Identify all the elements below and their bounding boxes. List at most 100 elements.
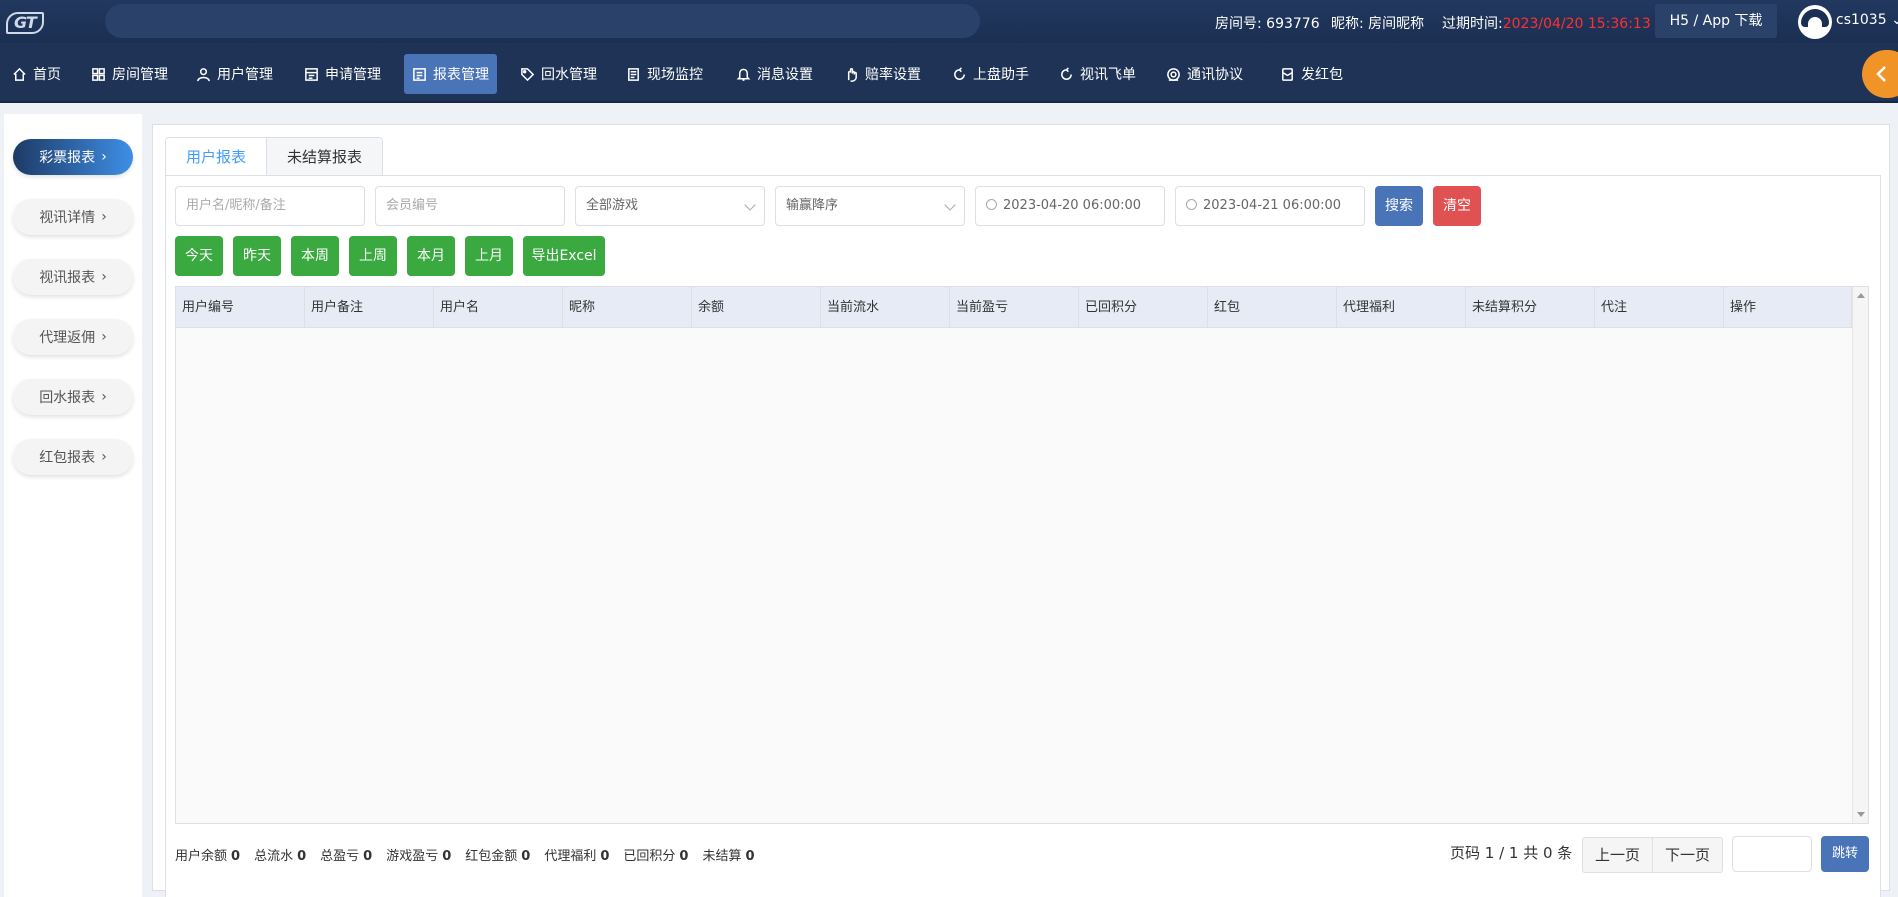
protocol-icon xyxy=(1167,67,1180,81)
column-header[interactable]: 当前盈亏 xyxy=(950,287,1079,328)
nav-item-label: 视讯飞单 xyxy=(1080,67,1136,83)
chevron-right-icon: › xyxy=(101,209,107,225)
summary-label: 已回积分 xyxy=(623,849,676,864)
start-date-input[interactable]: 2023-04-20 06:00:00 xyxy=(975,186,1165,226)
column-header[interactable]: 余额 xyxy=(692,287,821,328)
nav-item-8[interactable]: 赔率设置 xyxy=(836,54,929,94)
nav-item-3[interactable]: 申请管理 xyxy=(296,54,389,94)
report-icon xyxy=(413,67,426,81)
search-button[interactable]: 搜索 xyxy=(1375,186,1423,226)
chevron-down-icon xyxy=(744,199,756,211)
start-date-value: 2023-04-20 06:00:00 xyxy=(1003,198,1142,213)
summary-item: 红包金额 0 xyxy=(465,845,530,864)
column-header[interactable]: 已回积分 xyxy=(1079,287,1208,328)
summary-value: 0 xyxy=(363,849,373,864)
nav-item-10[interactable]: 视讯飞单 xyxy=(1051,54,1144,94)
column-header[interactable]: 未结算积分 xyxy=(1466,287,1595,328)
redpacket-icon xyxy=(1282,67,1293,81)
nav-item-label: 回水管理 xyxy=(541,67,597,83)
tag-icon xyxy=(521,67,535,81)
chevron-right-icon: › xyxy=(101,269,107,285)
column-header[interactable]: 用户名 xyxy=(434,287,563,328)
nav-item-label: 上盘助手 xyxy=(973,67,1029,83)
column-header[interactable]: 用户备注 xyxy=(305,287,434,328)
quick-button-0[interactable]: 今天 xyxy=(175,236,223,276)
column-header[interactable]: 代注 xyxy=(1595,287,1724,328)
summary-value: 0 xyxy=(679,849,689,864)
nav-item-9[interactable]: 上盘助手 xyxy=(944,54,1037,94)
end-date-input[interactable]: 2023-04-21 06:00:00 xyxy=(1175,186,1365,226)
tab-user-report[interactable]: 用户报表 xyxy=(166,138,268,175)
nav-item-1[interactable]: 房间管理 xyxy=(83,54,176,94)
chevron-right-icon: › xyxy=(101,329,107,345)
summary-value: 0 xyxy=(600,849,610,864)
column-header[interactable]: 用户编号 xyxy=(176,287,305,328)
nav-item-11[interactable]: 通讯协议 xyxy=(1158,54,1251,94)
clear-button[interactable]: 清空 xyxy=(1433,186,1481,226)
sidebar-item-2[interactable]: 视讯报表 › xyxy=(13,259,133,295)
page-jump-button[interactable]: 跳转 xyxy=(1821,836,1869,872)
next-page-button[interactable]: 下一页 xyxy=(1652,838,1722,872)
sidebar-item-0[interactable]: 彩票报表 › xyxy=(13,139,133,175)
user-icon xyxy=(197,67,210,81)
nav-item-12[interactable]: 发红包 xyxy=(1272,54,1351,94)
prev-page-button[interactable]: 上一页 xyxy=(1583,838,1652,872)
quick-button-3[interactable]: 上周 xyxy=(349,236,397,276)
column-header[interactable]: 昵称 xyxy=(563,287,692,328)
sort-select[interactable]: 输赢降序 xyxy=(775,186,965,226)
scroll-down-icon[interactable] xyxy=(1857,812,1865,817)
quick-button-4[interactable]: 本月 xyxy=(407,236,455,276)
chevron-right-icon: › xyxy=(101,149,107,165)
nav-item-label: 消息设置 xyxy=(757,67,813,83)
home-icon xyxy=(13,67,26,81)
member-number-input[interactable]: 会员编号 xyxy=(375,186,565,226)
sidebar-item-3[interactable]: 代理返佣 › xyxy=(13,319,133,355)
column-header[interactable]: 代理福利 xyxy=(1337,287,1466,328)
monitor-icon xyxy=(628,67,639,81)
game-select[interactable]: 全部游戏 xyxy=(575,186,765,226)
chevron-right-icon: › xyxy=(101,389,107,405)
sidebar-item-label: 红包报表 xyxy=(39,450,96,466)
user-search-input[interactable]: 用户名/昵称/备注 xyxy=(175,186,365,226)
vertical-scrollbar[interactable] xyxy=(1852,287,1868,823)
room-number: 房间号: 693776 xyxy=(1215,16,1320,32)
column-header[interactable]: 当前流水 xyxy=(821,287,950,328)
column-header[interactable]: 操作 xyxy=(1724,287,1852,328)
nav-item-4[interactable]: 报表管理 xyxy=(404,54,497,94)
report-tabs: 用户报表 未结算报表 xyxy=(165,137,384,175)
summary-label: 代理福利 xyxy=(544,849,597,864)
quick-button-6[interactable]: 导出Excel xyxy=(523,236,605,276)
summary-label: 总盈亏 xyxy=(320,849,360,864)
summary-item: 游戏盈亏 0 xyxy=(386,845,451,864)
nav-item-7[interactable]: 消息设置 xyxy=(728,54,821,94)
quick-button-2[interactable]: 本周 xyxy=(291,236,339,276)
summary-label: 总流水 xyxy=(254,849,294,864)
nav-item-2[interactable]: 用户管理 xyxy=(188,54,281,94)
nav-item-5[interactable]: 回水管理 xyxy=(512,54,605,94)
scroll-up-icon[interactable] xyxy=(1857,293,1865,298)
clock-icon xyxy=(1186,199,1197,210)
sidebar-item-5[interactable]: 红包报表 › xyxy=(13,439,133,475)
user-menu[interactable]: cs1035 ⌄ xyxy=(1836,12,1898,28)
username: cs1035 xyxy=(1836,12,1887,28)
summary-value: 0 xyxy=(442,849,452,864)
refresh-icon xyxy=(954,66,965,80)
nav-item-label: 申请管理 xyxy=(325,67,381,83)
nav-item-label: 发红包 xyxy=(1301,67,1343,83)
tab-unsettled-report[interactable]: 未结算报表 xyxy=(267,138,383,175)
sidebar-item-1[interactable]: 视讯详情 › xyxy=(13,199,133,235)
quick-button-1[interactable]: 昨天 xyxy=(233,236,281,276)
column-header[interactable]: 红包 xyxy=(1208,287,1337,328)
nav-item-0[interactable]: 首页 xyxy=(4,54,69,94)
summary-label: 未结算 xyxy=(702,849,742,864)
sidebar-item-4[interactable]: 回水报表 › xyxy=(13,379,133,415)
chevron-down-icon: ⌄ xyxy=(1891,12,1898,28)
h5-app-download-button[interactable]: H5 / App 下载 xyxy=(1655,4,1777,38)
page-jump-input[interactable] xyxy=(1732,836,1812,872)
avatar[interactable] xyxy=(1798,5,1832,39)
summary-item: 已回积分 0 xyxy=(623,845,688,864)
logo[interactable]: GT xyxy=(6,9,76,34)
quick-button-5[interactable]: 上月 xyxy=(465,236,513,276)
sidebar-item-label: 彩票报表 xyxy=(39,150,96,166)
nav-item-6[interactable]: 现场监控 xyxy=(618,54,711,94)
